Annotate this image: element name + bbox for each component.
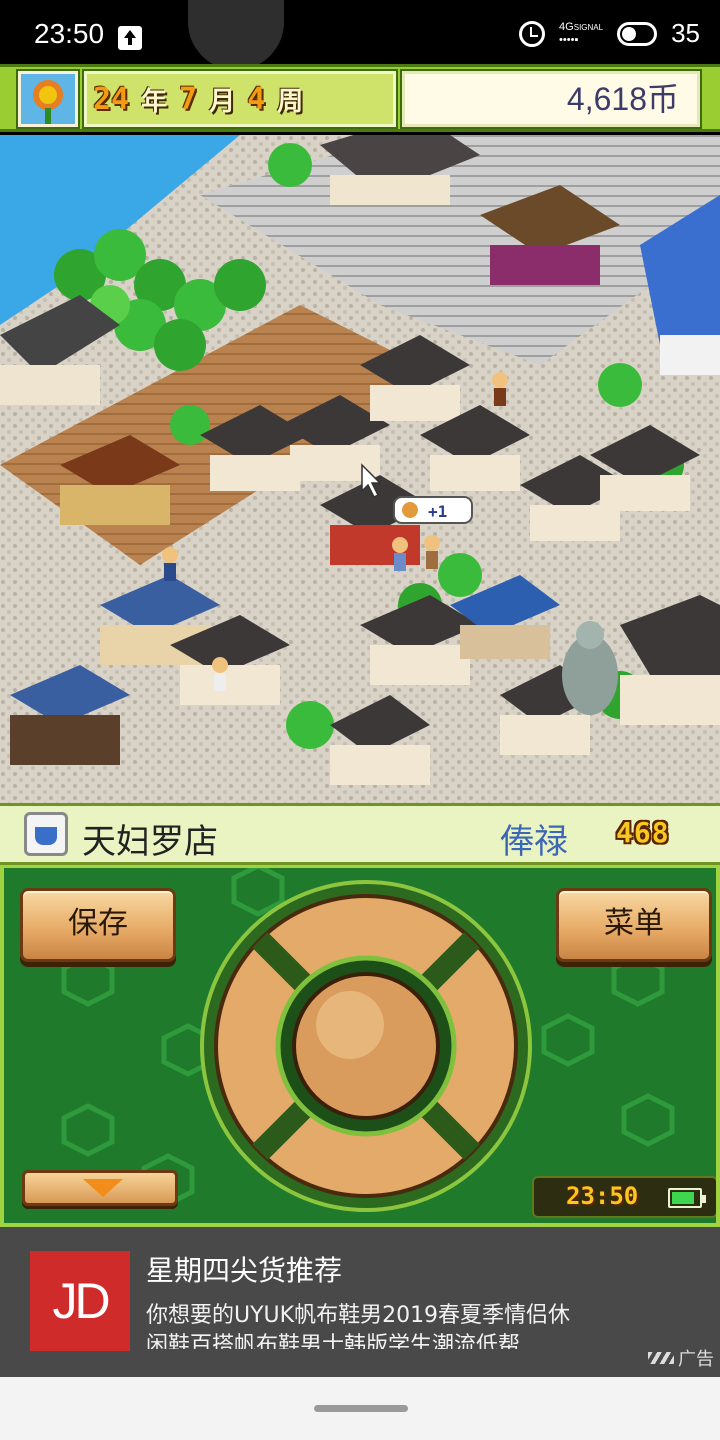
status-bar: 23:50 4GSIGNAL ••••▪ 35 xyxy=(0,0,720,70)
upload-icon xyxy=(118,26,142,50)
ad-badge-label: 广告 xyxy=(678,1349,714,1370)
salary-value: 468 xyxy=(616,816,670,849)
battery-toggle-icon xyxy=(617,21,658,46)
town-map[interactable]: +1 xyxy=(0,135,720,803)
ad-badge: 广告 xyxy=(648,1345,714,1371)
status-icons: 4GSIGNAL ••••▪ 35 xyxy=(519,18,700,49)
save-button[interactable]: 保存 xyxy=(20,888,176,962)
ad-banner[interactable]: JD 星期四尖货推荐 你想要的UYUK帆布鞋男2019春夏季情侣休闲鞋百搭帆布鞋… xyxy=(0,1227,720,1377)
directional-pad[interactable] xyxy=(200,880,532,1212)
shop-icon xyxy=(24,812,68,856)
sunflower-season-icon[interactable] xyxy=(18,71,78,127)
home-gesture-handle[interactable] xyxy=(314,1405,408,1412)
panda-icon xyxy=(188,0,284,70)
salary-label: 俸禄 xyxy=(500,822,568,862)
alarm-icon xyxy=(519,20,546,47)
battery-level: 35 xyxy=(671,18,700,48)
ad-description: 你想要的UYUK帆布鞋男2019春夏季情侣休闲鞋百搭帆布鞋男士韩版学生潮流低帮 xyxy=(146,1303,571,1349)
game-clock: 23:50 xyxy=(532,1176,716,1218)
selected-shop-bar: 天妇罗店 俸禄 468 xyxy=(0,803,720,865)
battery-icon xyxy=(668,1188,706,1208)
ad-title: 星期四尖货推荐 xyxy=(146,1254,343,1287)
coin-balance: 4,618币 xyxy=(402,71,700,127)
date-month-unit: 月 xyxy=(209,86,236,117)
date-week-unit: 周 xyxy=(277,86,304,117)
income-popup: +1 xyxy=(393,496,473,524)
game-date: 24 年 7 月 4 周 xyxy=(84,71,396,127)
status-time: 23:50 xyxy=(34,18,105,49)
date-month: 7 xyxy=(179,81,198,117)
town-map-scene[interactable]: +1 xyxy=(0,135,720,803)
control-panel: 保存 菜单 23:50 xyxy=(0,865,720,1227)
game-clock-time: 23:50 xyxy=(566,1182,639,1210)
collapse-down-button[interactable] xyxy=(22,1170,178,1206)
signal-label: SIGNAL xyxy=(573,23,604,32)
signal-icon: 4GSIGNAL ••••▪ xyxy=(559,21,604,46)
network-type: 4G xyxy=(559,21,574,33)
system-nav-bar xyxy=(0,1377,720,1440)
date-year: 24 xyxy=(93,81,130,117)
shop-name: 天妇罗店 xyxy=(82,822,218,862)
ad-network-icon xyxy=(648,1352,674,1364)
popup-value: +1 xyxy=(428,502,447,521)
menu-button[interactable]: 菜单 xyxy=(556,888,712,962)
jd-logo: JD xyxy=(30,1251,130,1351)
date-week: 4 xyxy=(247,81,266,117)
game-top-bar: 24 年 7 月 4 周 4,618币 xyxy=(0,64,720,132)
date-year-unit: 年 xyxy=(141,86,168,117)
